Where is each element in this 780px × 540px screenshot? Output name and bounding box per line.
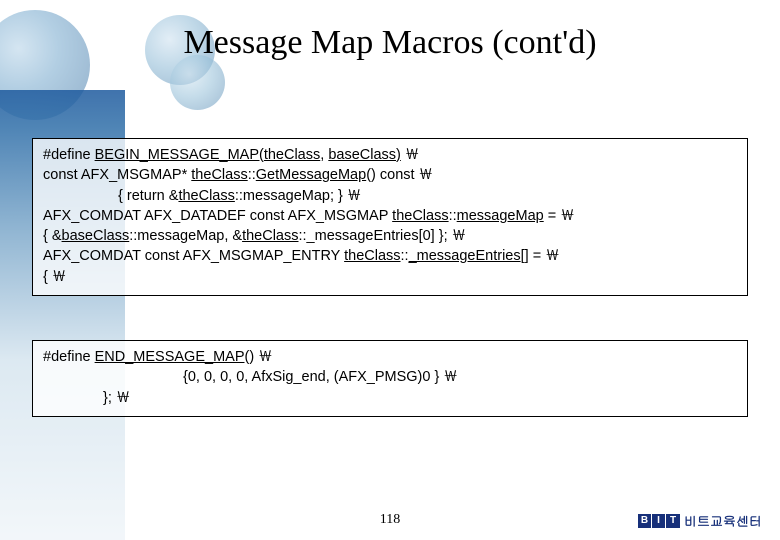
code-line: #define END_MESSAGE_MAP() ￦ [43, 347, 737, 367]
bg-circle-small [170, 55, 225, 110]
code-line: { ￦ [43, 267, 737, 287]
code-line: }; ￦ [43, 388, 737, 408]
bit-logo-icon: B I T [638, 514, 680, 528]
code-line: const AFX_MSGMAP* theClass::GetMessageMa… [43, 165, 737, 185]
footer-text: 비트교육센터 [684, 511, 762, 530]
code-block-begin-message-map: #define BEGIN_MESSAGE_MAP(theClass, base… [32, 138, 748, 296]
code-line: { &baseClass::messageMap, &theClass::_me… [43, 226, 737, 246]
code-block-end-message-map: #define END_MESSAGE_MAP() ￦ {0, 0, 0, 0,… [32, 340, 748, 417]
code-line: {0, 0, 0, 0, AfxSig_end, (AFX_PMSG)0 } ￦ [43, 367, 737, 387]
footer-logo: B I T 비트교육센터 [638, 511, 762, 530]
code-line: AFX_COMDAT AFX_DATADEF const AFX_MSGMAP … [43, 206, 737, 226]
code-line: { return &theClass::messageMap; } ￦ [43, 186, 737, 206]
page-title: Message Map Macros (cont'd) [0, 24, 780, 62]
code-line: AFX_COMDAT const AFX_MSGMAP_ENTRY theCla… [43, 246, 737, 266]
code-line: #define BEGIN_MESSAGE_MAP(theClass, base… [43, 145, 737, 165]
